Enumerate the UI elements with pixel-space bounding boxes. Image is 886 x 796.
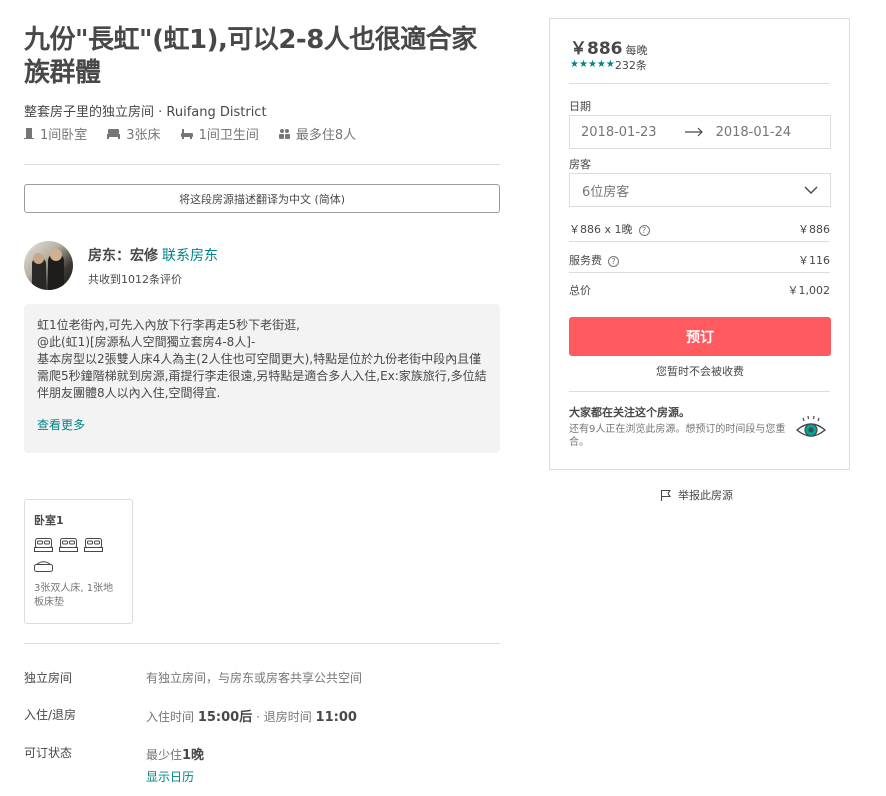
guests-icon <box>278 128 290 139</box>
listing-facts: 1间卧室 3张床 1间卫生间 最多住8人 <box>24 124 376 143</box>
show-calendar-link[interactable]: 显示日历 <box>146 768 204 785</box>
bedroom-card: 卧室1 3张双人床, 1张地板床垫 <box>24 499 133 624</box>
notice-text: 还有9人正在浏览此房源。想预订的时间段与您重合。 <box>569 424 786 448</box>
checkin-date-input[interactable]: 2018-01-23 <box>581 125 657 140</box>
divider <box>569 272 830 273</box>
price-unit: 每晚 <box>625 44 648 57</box>
price: ￥886 每晚 <box>570 34 648 59</box>
review-count: 232条 <box>614 59 647 72</box>
detail-availability: 可订状态 最少住1晚 显示日历 <box>24 746 205 785</box>
bedroom-title: 卧室1 <box>34 514 64 527</box>
guests-label: 房客 <box>569 158 591 171</box>
detail-checkin-checkout: 入住/退房 入住时间 15:00后 · 退房时间 11:00 <box>24 708 357 725</box>
double-bed-icon <box>84 538 103 552</box>
line-item-nightly: ￥886 x 1晚? ￥886 <box>569 223 830 236</box>
description-box: 虹1位老街內,可先入內放下行李再走5秒下老街逛, @此(虹1)[房源私人空間獨立… <box>24 304 500 453</box>
date-picker: 2018-01-23 2018-01-24 <box>569 115 831 149</box>
arrow-right-icon <box>684 127 704 137</box>
host-avatar[interactable] <box>24 241 73 290</box>
fact-beds: 3张床 <box>107 124 161 143</box>
notice-title: 大家都在关注这个房源。 <box>569 406 690 419</box>
door-icon <box>24 128 34 139</box>
host-review-count: 共收到1012条评价 <box>88 273 182 286</box>
detail-room-type: 独立房间 有独立房间，与房东或房客共享公共空间 <box>24 671 363 685</box>
fact-bedrooms: 1间卧室 <box>24 124 87 143</box>
booking-card: ￥886 每晚 ★ ★ ★ ★ ★ 232条 日期 2018-01-23 2018-01… <box>549 18 850 470</box>
bed-icon <box>107 128 121 139</box>
flag-icon <box>660 489 672 501</box>
price-amount: ￥886 <box>570 39 623 59</box>
read-more-link[interactable]: 查看更多 <box>37 416 85 433</box>
fact-bathrooms: 1间卫生间 <box>180 124 259 143</box>
eye-icon <box>795 415 827 437</box>
star-icon: ★ <box>596 59 606 70</box>
bed-description: 3张双人床, 1张地板床垫 <box>34 583 114 608</box>
star-icon: ★ <box>578 59 588 70</box>
report-listing-link[interactable]: 举报此房源 <box>660 487 733 503</box>
line-item-total: 总价 ￥1,002 <box>569 284 830 297</box>
divider <box>24 643 500 644</box>
host-section: 房东：宏修 联系房东 共收到1012条评价 <box>24 241 218 290</box>
book-button[interactable]: 预订 <box>569 317 831 356</box>
host-name: 房东：宏修 联系房东 <box>88 248 218 264</box>
help-icon[interactable]: ? <box>638 224 650 236</box>
double-bed-icon <box>34 538 53 552</box>
star-icon: ★ <box>570 59 579 70</box>
dates-label: 日期 <box>569 100 591 113</box>
fact-guests: 最多住8人 <box>278 124 356 143</box>
help-icon[interactable]: ? <box>608 255 619 267</box>
rating[interactable]: ★ ★ ★ ★ ★ 232条 <box>570 57 647 73</box>
star-icon: ★ <box>605 59 615 70</box>
star-icon: ★ <box>587 59 597 70</box>
bath-icon <box>180 128 193 139</box>
no-charge-note: 您暂时不会被收费 <box>656 365 744 378</box>
divider <box>24 164 500 165</box>
star-rating: ★ ★ ★ ★ ★ <box>570 60 615 70</box>
double-bed-icon <box>59 538 78 552</box>
chevron-down-icon <box>804 186 818 194</box>
divider <box>569 241 830 242</box>
divider <box>569 391 830 392</box>
guests-select[interactable]: 6位房客 <box>569 173 831 207</box>
contact-host-link[interactable]: 联系房东 <box>162 248 218 264</box>
listing-subtitle: 整套房子里的独立房间 · Ruifang District <box>24 105 267 120</box>
divider <box>569 83 830 84</box>
bed-icons <box>34 538 118 580</box>
checkout-date-input[interactable]: 2018-01-24 <box>716 125 792 140</box>
description-text: 虹1位老街內,可先入內放下行李再走5秒下老街逛, @此(虹1)[房源私人空間獨立… <box>37 318 487 400</box>
listing-title: 九份"長虹"(虹1),可以2-8人也很適合家族群體 <box>24 25 477 88</box>
line-item-service-fee: 服务费? ￥116 <box>569 254 830 267</box>
translate-button[interactable]: 将这段房源描述翻译为中文 (简体) <box>24 184 500 213</box>
floor-mattress-icon <box>34 561 53 572</box>
